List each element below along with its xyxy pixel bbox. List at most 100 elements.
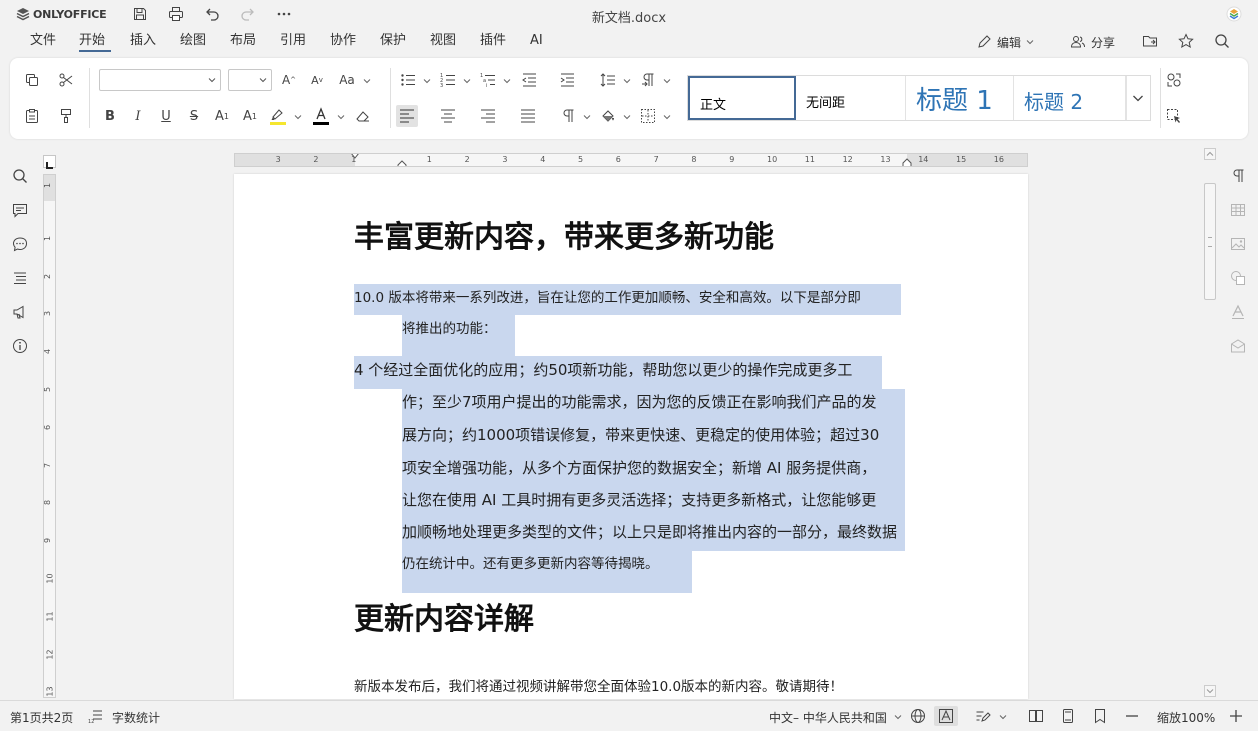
select-icon[interactable] [1163, 105, 1185, 127]
increase-indent-icon[interactable] [556, 69, 578, 91]
font-color-icon[interactable] [310, 105, 332, 127]
vertical-ruler[interactable]: 1 1 2 3 4 5 6 7 8 9 10 11 12 13 [43, 174, 56, 698]
numbering-icon[interactable]: 123 [437, 69, 459, 91]
paragraph-2-line-1[interactable]: 4 个经过全面优化的应用；约50项新功能，帮助您以更少的操作完成更多工 [354, 359, 852, 380]
doc-language-globe-icon[interactable] [908, 706, 928, 726]
paragraph-1-line-1[interactable]: 10.0 版本将带来一系列改进，旨在让您的工作更加顺畅、安全和高效。以下是部分即 [354, 286, 861, 306]
chevron-down-icon[interactable] [363, 77, 371, 85]
feedback-icon[interactable] [9, 301, 31, 323]
highlight-icon[interactable] [267, 105, 289, 127]
right-indent-marker[interactable] [902, 158, 912, 167]
track-changes-icon[interactable] [973, 706, 993, 726]
document-heading-2[interactable]: 更新内容详解 [354, 594, 534, 638]
chevron-down-icon[interactable] [894, 713, 902, 721]
style-heading-1[interactable]: 标题 1 [906, 76, 1014, 120]
fit-page-icon[interactable] [1058, 706, 1078, 726]
favorite-star-icon[interactable] [1176, 32, 1196, 50]
tab-insert[interactable]: 插入 [130, 32, 156, 52]
left-indent-marker[interactable] [397, 160, 407, 167]
scroll-thumb[interactable] [1204, 183, 1216, 300]
table-settings-icon[interactable] [1227, 199, 1249, 221]
tab-view[interactable]: 视图 [430, 32, 456, 52]
underline-icon[interactable]: U [155, 105, 177, 127]
language-selector[interactable]: 中文– 中华人民共和国 [769, 709, 887, 726]
image-settings-icon[interactable] [1227, 233, 1249, 255]
align-center-icon[interactable] [437, 105, 459, 127]
chevron-down-icon[interactable] [623, 113, 631, 121]
document-heading-1[interactable]: 丰富更新内容，带来更多新功能 [354, 212, 774, 256]
decrease-indent-icon[interactable] [518, 69, 540, 91]
tab-plugins[interactable]: 插件 [480, 32, 506, 52]
zoom-out-icon[interactable] [1122, 706, 1142, 726]
shading-icon[interactable] [597, 105, 619, 127]
tab-protection[interactable]: 保护 [380, 32, 406, 52]
chevron-down-icon[interactable] [623, 77, 631, 85]
multilevel-icon[interactable]: 1ai [477, 69, 499, 91]
font-size-combo[interactable] [228, 69, 272, 91]
superscript-icon[interactable]: A1 [211, 105, 233, 127]
chevron-down-icon[interactable] [583, 113, 591, 121]
tab-draw[interactable]: 绘图 [180, 32, 206, 52]
paragraph-2-line-3[interactable]: 展方向；约1000项错误修复，带来更快速、更稳定的使用体验；超过30 [402, 424, 879, 445]
decrease-font-icon[interactable]: Av [306, 69, 328, 91]
chevron-down-icon[interactable] [294, 113, 302, 121]
subscript-icon[interactable]: A1 [239, 105, 261, 127]
chevron-down-icon[interactable] [463, 77, 471, 85]
change-case-icon[interactable]: Aa [336, 69, 358, 91]
search-icon[interactable] [1212, 32, 1232, 50]
paragraph-spacing-icon[interactable] [637, 69, 659, 91]
document-page[interactable]: 丰富更新内容，带来更多新功能 10.0 版本将带来一系列改进，旨在让您的工作更加… [234, 174, 1028, 699]
copy-icon[interactable] [21, 69, 43, 91]
nonprinting-icon[interactable] [557, 105, 579, 127]
chevron-down-icon[interactable] [663, 113, 671, 121]
paragraph-3[interactable]: 新版本发布后，我们将通过视频讲解带您全面体验10.0版本的新内容。敬请期待！ [354, 675, 843, 695]
multipage-view-icon[interactable] [1026, 706, 1046, 726]
edit-mode-button[interactable]: 编辑 [976, 33, 1034, 51]
strikethrough-icon[interactable]: S [183, 105, 205, 127]
tab-file[interactable]: 文件 [30, 32, 56, 52]
shape-settings-icon[interactable] [1227, 267, 1249, 289]
align-right-icon[interactable] [477, 105, 499, 127]
bold-icon[interactable]: B [99, 105, 121, 127]
replace-icon[interactable] [1163, 69, 1185, 91]
italic-icon[interactable]: I [127, 105, 149, 127]
tab-collaboration[interactable]: 协作 [330, 32, 356, 52]
cut-icon[interactable] [55, 69, 77, 91]
user-avatar-icon[interactable] [1224, 5, 1244, 23]
paragraph-1-line-2[interactable]: 将推出的功能： [402, 317, 497, 337]
fit-width-icon[interactable] [1090, 706, 1110, 726]
search-icon[interactable] [9, 165, 31, 187]
textart-settings-icon[interactable] [1227, 301, 1249, 323]
tab-stop-selector[interactable] [43, 155, 56, 169]
paragraph-2-line-6[interactable]: 加顺畅地处理更多类型的文件；以上只是即将推出内容的一部分，最终数据 [402, 521, 897, 542]
paragraph-2-line-4[interactable]: 项安全增强功能，从多个方面保护您的数据安全；新增 AI 服务提供商， [402, 457, 876, 478]
line-spacing-icon[interactable] [597, 69, 619, 91]
horizontal-ruler[interactable]: 3211234567891011121314151617 [234, 153, 1028, 167]
paragraph-2-line-5[interactable]: 让您在使用 AI 工具时拥有更多灵活选择；支持更多新格式，让您能够更 [402, 489, 876, 510]
spell-check-icon[interactable] [934, 706, 958, 726]
word-count-icon[interactable]: 12 [86, 706, 106, 726]
first-line-indent-marker[interactable] [350, 153, 360, 160]
scroll-down-arrow-icon[interactable] [1204, 685, 1216, 697]
chevron-down-icon[interactable] [423, 77, 431, 85]
chevron-down-icon[interactable] [503, 77, 511, 85]
zoom-in-icon[interactable] [1226, 706, 1246, 726]
style-normal[interactable]: 正文 [688, 76, 796, 120]
chevron-down-icon[interactable] [663, 77, 671, 85]
tab-ai[interactable]: AI [530, 32, 543, 52]
paragraph-2-line-7[interactable]: 仍在统计中。还有更多更新内容等待揭晓。 [402, 552, 659, 572]
bullets-icon[interactable] [397, 69, 419, 91]
share-button[interactable]: 分享 [1070, 33, 1115, 51]
increase-font-icon[interactable]: A ^ [278, 69, 300, 91]
style-heading-2[interactable]: 标题 2 [1014, 76, 1126, 120]
tab-layout[interactable]: 布局 [230, 32, 256, 52]
comments-icon[interactable] [9, 199, 31, 221]
styles-expand-button[interactable] [1126, 76, 1150, 120]
page-info[interactable]: 第1页共2页 [10, 709, 73, 726]
chevron-down-icon[interactable] [999, 713, 1007, 721]
justify-icon[interactable] [517, 105, 539, 127]
paragraph-settings-icon[interactable] [1227, 165, 1249, 187]
vertical-scrollbar[interactable] [1203, 148, 1217, 698]
tab-references[interactable]: 引用 [280, 32, 306, 52]
paste-icon[interactable] [21, 105, 43, 127]
